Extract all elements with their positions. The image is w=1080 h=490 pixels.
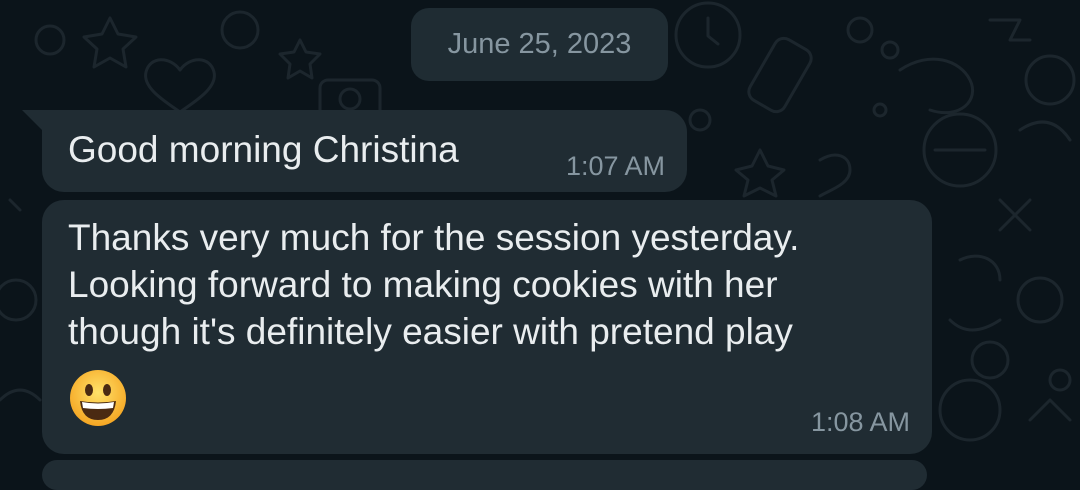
message-line: Thanks very much for the session yesterd…: [68, 217, 800, 258]
message-text: Good morning Christina: [68, 126, 459, 173]
message-line: Good morning Christina: [68, 129, 459, 170]
message-line: though it's definitely easier with prete…: [68, 311, 793, 352]
message-bubble-incoming[interactable]: [42, 460, 927, 490]
message-bubble-incoming[interactable]: Thanks very much for the session yesterd…: [42, 200, 932, 454]
message-text: Thanks very much for the session yesterd…: [68, 214, 799, 355]
grinning-face-emoji: [70, 370, 126, 426]
chat-area: June 25, 2023 Good morning Christina 1:0…: [0, 0, 1080, 490]
message-line: Looking forward to making cookies with h…: [68, 264, 778, 305]
message-timestamp: 1:08 AM: [810, 407, 910, 437]
message-timestamp: 1:07 AM: [565, 151, 665, 181]
date-divider: June 25, 2023: [411, 8, 668, 81]
message-bubble-incoming[interactable]: Good morning Christina 1:07 AM: [22, 110, 687, 192]
